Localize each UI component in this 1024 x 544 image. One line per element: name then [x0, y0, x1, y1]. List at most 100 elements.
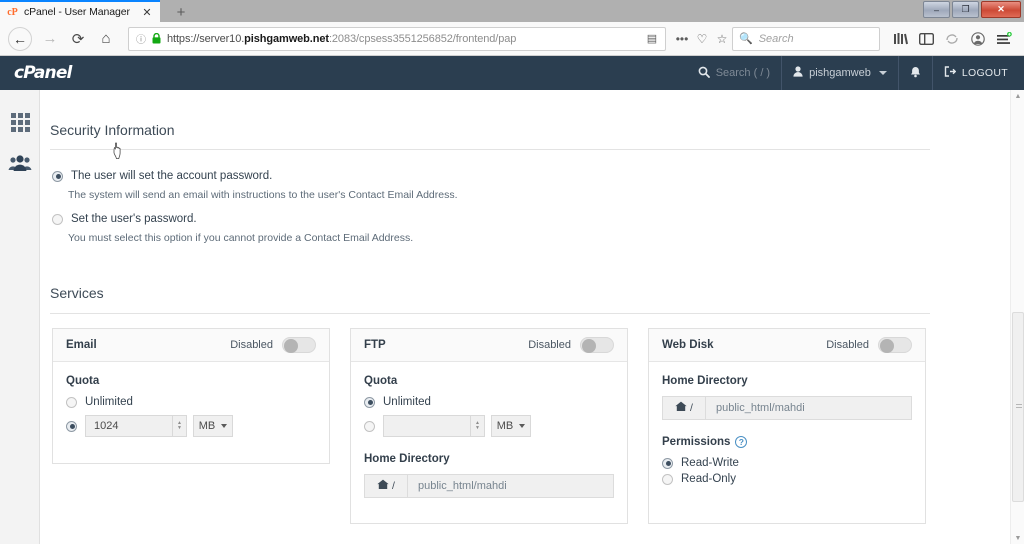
email-quota-unlimited-row[interactable]: Unlimited	[66, 396, 316, 408]
sidebar-item-apps[interactable]	[0, 100, 40, 144]
sidebar-item-users[interactable]	[0, 144, 40, 188]
email-quota-unit-select[interactable]: MB	[193, 415, 233, 437]
tab-title: cPanel - User Manager	[24, 6, 130, 18]
ftp-home-directory-slash: /	[392, 480, 395, 492]
ftp-quota-input[interactable]	[383, 415, 471, 437]
help-icon[interactable]: ?	[735, 436, 748, 448]
cpanel-user-menu[interactable]: pishgamweb	[781, 56, 898, 90]
cpanel-logo[interactable]: cPanel	[14, 63, 72, 83]
hamburger-menu-icon[interactable]	[992, 27, 1016, 51]
scroll-up-arrow[interactable]: ▲	[1011, 90, 1024, 102]
close-icon[interactable]: ✕	[140, 6, 154, 19]
email-unlimited-label: Unlimited	[85, 396, 133, 408]
url-host-prefix: server10.	[199, 32, 245, 45]
cpanel-search[interactable]: Search ( / )	[687, 56, 781, 90]
window-close-button[interactable]: ✕	[981, 1, 1021, 18]
email-quota-spin-buttons[interactable]: ▲ ▼	[173, 415, 187, 437]
webdisk-toggle-label: Disabled	[826, 339, 869, 351]
webdisk-card-title: Web Disk	[662, 339, 714, 351]
pocket-icon[interactable]: ♡	[692, 32, 712, 46]
account-icon[interactable]	[966, 27, 990, 51]
webdisk-toggle-group: Disabled	[826, 337, 912, 353]
security-option-set-password[interactable]: Set the user's password.	[52, 213, 197, 225]
webdisk-permissions-text: Permissions	[662, 436, 731, 449]
ftp-enable-toggle[interactable]	[580, 337, 614, 353]
webdisk-permission-read-write[interactable]: Read-Write	[662, 457, 912, 469]
ftp-quota-stepper[interactable]: ▲ ▼	[383, 415, 485, 437]
address-bar[interactable]: ⓘ https://server10.pishgamweb.net:2083/c…	[128, 26, 666, 51]
scrollbar-thumb[interactable]	[1012, 312, 1024, 502]
webdisk-permission-read-only[interactable]: Read-Only	[662, 473, 912, 485]
email-quota-label: Quota	[66, 375, 100, 387]
email-quota-input[interactable]: 1024	[85, 415, 173, 437]
ftp-quota-unit-select[interactable]: MB	[491, 415, 531, 437]
email-toggle-group: Disabled	[230, 337, 316, 353]
page-actions-icon[interactable]: •••	[672, 32, 692, 46]
ftp-home-directory-field[interactable]: / public_html/mahdi	[364, 474, 614, 498]
webdisk-home-directory-field[interactable]: / public_html/mahdi	[662, 396, 912, 420]
reader-view-icon[interactable]: ▤	[643, 32, 661, 45]
ftp-quota-unlimited-row[interactable]: Unlimited	[364, 396, 614, 408]
search-icon: 🔍	[739, 33, 753, 45]
content-scrollbar[interactable]: ▲ ▼	[1010, 90, 1024, 544]
email-quota-stepper[interactable]: 1024 ▲ ▼	[85, 415, 187, 437]
minimize-button[interactable]: –	[923, 1, 950, 18]
ftp-quota-label: Quota	[364, 375, 398, 387]
ftp-quota-spin-buttons[interactable]: ▲ ▼	[471, 415, 485, 437]
ftp-quota-value-row[interactable]: ▲ ▼ MB	[364, 415, 614, 437]
webdisk-home-directory-input[interactable]: public_html/mahdi	[706, 396, 912, 420]
sync-icon[interactable]	[940, 27, 964, 51]
cpanel-content: Security Information The user will set t…	[40, 90, 1006, 544]
url-host: pishgamweb.net	[244, 32, 329, 45]
radio-ftp-quota-unlimited[interactable]	[364, 396, 375, 408]
scroll-down-arrow[interactable]: ▼	[1011, 532, 1024, 544]
back-arrow-icon[interactable]: ←	[8, 26, 32, 51]
radio-email-quota-value[interactable]	[66, 420, 77, 432]
ftp-quota-unit-value: MB	[496, 420, 514, 432]
page-info-icon[interactable]: ⓘ	[133, 31, 149, 46]
webdisk-permissions-label: Permissions?	[662, 436, 912, 448]
sidebar-icon[interactable]	[914, 27, 938, 51]
service-card-email: Email Disabled Quota Unlimited 1024 ▲ ▼ …	[52, 328, 330, 464]
radio-set-password[interactable]	[52, 213, 63, 225]
email-quota-value-row[interactable]: 1024 ▲ ▼ MB	[66, 415, 316, 437]
library-icon[interactable]	[888, 27, 912, 51]
radio-read-only[interactable]	[662, 473, 673, 485]
star-icon[interactable]: ☆	[712, 32, 732, 46]
email-card-title: Email	[66, 339, 97, 351]
users-icon	[8, 155, 32, 177]
padlock-icon[interactable]	[149, 33, 163, 44]
browser-tab-cpanel[interactable]: cP cPanel - User Manager ✕	[0, 0, 160, 22]
radio-read-write[interactable]	[662, 457, 673, 469]
toggle-knob	[284, 339, 298, 353]
reload-icon[interactable]: ⟳	[64, 25, 92, 53]
security-option-user-sets-password[interactable]: The user will set the account password.	[52, 170, 272, 182]
ftp-home-directory-input[interactable]: public_html/mahdi	[408, 474, 614, 498]
chevron-down-icon	[878, 71, 887, 75]
cpanel-sidebar	[0, 90, 40, 544]
email-enable-toggle[interactable]	[282, 337, 316, 353]
ftp-toggle-group: Disabled	[528, 337, 614, 353]
cpanel-username: pishgamweb	[809, 67, 871, 79]
radio-email-quota-unlimited[interactable]	[66, 396, 77, 408]
home-icon	[377, 479, 389, 493]
webdisk-enable-toggle[interactable]	[878, 337, 912, 353]
email-toggle-label: Disabled	[230, 339, 273, 351]
browser-search-input[interactable]: 🔍 Search	[732, 26, 880, 51]
cpanel-notifications[interactable]	[897, 56, 932, 90]
radio-user-sets-password[interactable]	[52, 170, 63, 182]
services-heading: Services	[50, 285, 104, 301]
cpanel-logout-button[interactable]: LOGOUT	[931, 56, 1024, 90]
maximize-button[interactable]: ❐	[952, 1, 979, 18]
forward-arrow-icon[interactable]: →	[36, 25, 64, 53]
cpanel-logout-label: LOGOUT	[961, 67, 1008, 79]
service-card-ftp: FTP Disabled Quota Unlimited ▲ ▼ MB Home…	[350, 328, 628, 524]
security-option-sub-0: The system will send an email with instr…	[68, 189, 458, 201]
webdisk-home-directory-label: Home Directory	[662, 375, 748, 387]
radio-ftp-quota-value[interactable]	[364, 420, 375, 432]
webdisk-permission-label-0: Read-Write	[681, 457, 739, 470]
home-icon[interactable]: ⌂	[92, 25, 120, 53]
new-tab-button[interactable]: +	[168, 2, 194, 22]
user-icon	[793, 66, 803, 80]
browser-nav-toolbar: ← → ⟳ ⌂ ⓘ https://server10.pishgamweb.ne…	[0, 22, 1024, 56]
